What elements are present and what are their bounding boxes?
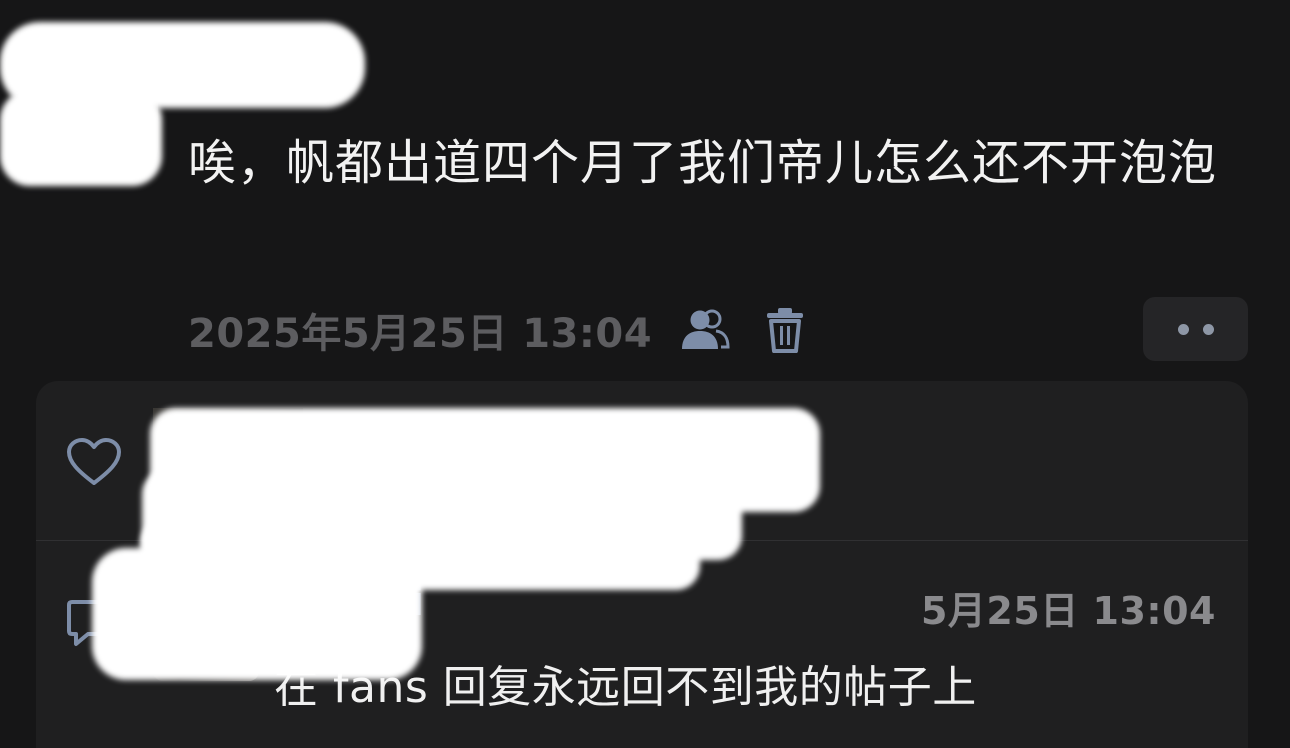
comment-detail-screen: aiaxaii 唉，帆都出道四个月了我们帝儿怎么还不开泡泡 2025年5月25日… [0,0,1290,748]
more-options-button[interactable] [1143,297,1248,361]
more-dots-icon [1177,323,1189,335]
redaction-overlay [0,90,162,186]
post-meta: 2025年5月25日 13:04 [188,300,812,360]
more-dots-icon [1202,323,1214,335]
reply-timestamp: 5月25日 13:04 [920,589,1216,633]
trash-icon[interactable] [758,303,812,357]
redaction-overlay [92,548,422,680]
heart-outline-icon [66,437,124,489]
people-icon[interactable] [678,303,732,357]
post-text: 唉，帆都出道四个月了我们帝儿怎么还不开泡泡 [188,135,1218,191]
post-timestamp: 2025年5月25日 13:04 [188,311,653,357]
